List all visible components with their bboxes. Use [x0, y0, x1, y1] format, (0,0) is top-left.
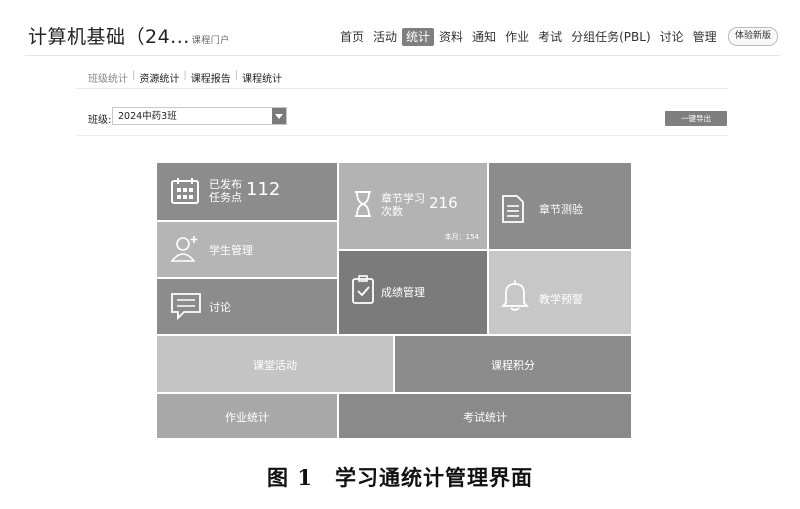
nav-notice[interactable]: 通知 [468, 28, 500, 46]
tile-student-management[interactable]: 学生管理 [157, 222, 337, 277]
student-management-label: 学生管理 [209, 244, 253, 257]
stats-subnav: 班级统计 | 资源统计 | 课程报告 | 课程统计 [88, 70, 282, 85]
nav-exam[interactable]: 考试 [534, 28, 566, 46]
subnav-separator: | [132, 70, 136, 81]
figure-caption-text: 学习通统计管理界面 [334, 465, 533, 490]
chapter-learning-label-2: 次数 [381, 205, 403, 218]
class-label: 班级: [88, 115, 112, 126]
nav-activity[interactable]: 活动 [369, 28, 401, 46]
nav-manage[interactable]: 管理 [689, 28, 721, 46]
tile-grade-management[interactable]: 成绩管理 [339, 251, 487, 334]
chapter-test-label: 章节测验 [539, 203, 583, 216]
nav-homework[interactable]: 作业 [501, 28, 533, 46]
header-divider [25, 55, 780, 56]
subnav-separator: | [234, 70, 239, 81]
add-user-icon [170, 236, 198, 262]
nav-home[interactable]: 首页 [336, 28, 368, 46]
tile-homework-stats[interactable]: 作业统计 [157, 394, 337, 438]
subnav-course-stats[interactable]: 课程统计 [242, 70, 282, 85]
subnav-resource-stats[interactable]: 资源统计 [139, 70, 179, 85]
tile-course-points[interactable]: 课程积分 [395, 336, 631, 392]
subnav-separator: | [183, 70, 187, 81]
class-select-value: 2024中药3班 [118, 111, 177, 122]
chat-icon [171, 293, 201, 320]
subnav-course-report[interactable]: 课程报告 [191, 70, 231, 85]
bell-icon [501, 280, 529, 311]
tile-teaching-warning[interactable]: 教学预警 [489, 251, 631, 334]
monthly-count: 本月：154 [444, 233, 479, 241]
subnav-divider [76, 88, 728, 89]
nav-materials[interactable]: 资料 [435, 28, 467, 46]
stats-tile-grid: 已发布 任务点 112 学生管理 讨论 章节学习 次数 216 本月：154 成… [157, 163, 631, 438]
exam-stats-label: 考试统计 [463, 411, 507, 424]
tile-class-activity[interactable]: 课堂活动 [157, 336, 393, 392]
tile-published-tasks[interactable]: 已发布 任务点 112 [157, 163, 337, 220]
homework-stats-label: 作业统计 [225, 411, 269, 424]
published-label-2: 任务点 [209, 191, 242, 204]
grade-management-label: 成绩管理 [381, 286, 425, 299]
hourglass-icon [355, 191, 371, 217]
tile-chapter-test[interactable]: 章节测验 [489, 163, 631, 249]
published-count: 112 [246, 179, 281, 200]
tile-exam-stats[interactable]: 考试统计 [339, 394, 631, 438]
tile-chapter-learning[interactable]: 章节学习 次数 216 本月：154 [339, 163, 487, 249]
teaching-warning-label: 教学预警 [539, 293, 583, 306]
course-portal-label: 课程门户 [191, 36, 230, 46]
discussion-label: 讨论 [209, 301, 231, 314]
nav-group-task[interactable]: 分组任务(PBL) [567, 28, 655, 46]
subnav-class-stats[interactable]: 班级统计 [88, 70, 128, 85]
calendar-icon [171, 178, 199, 204]
course-points-label: 课程积分 [491, 359, 535, 372]
course-title[interactable]: 计算机基础（24... 课程门户 [28, 22, 230, 49]
export-button[interactable]: 一键导出 [665, 111, 727, 126]
chapter-learning-count: 216 [429, 194, 458, 212]
figure-number: 图 1 [267, 465, 313, 490]
clipboard-check-icon [352, 275, 374, 304]
tile-discussion[interactable]: 讨论 [157, 279, 337, 334]
nav-discussion[interactable]: 讨论 [656, 28, 688, 46]
class-select[interactable]: 2024中药3班 [112, 107, 287, 125]
course-title-text: 计算机基础（24... [28, 26, 190, 48]
top-nav: 首页 活动 统计 资料 通知 作业 考试 分组任务(PBL) 讨论 管理 [336, 28, 722, 46]
course-header: 计算机基础（24... 课程门户 首页 活动 统计 资料 通知 作业 考试 分组任… [0, 0, 800, 62]
document-icon [502, 195, 524, 223]
class-activity-label: 课堂活动 [253, 359, 297, 372]
try-new-version-button[interactable]: 体验新版 [728, 27, 778, 46]
chevron-down-icon[interactable] [272, 108, 286, 124]
nav-statistics[interactable]: 统计 [402, 28, 435, 46]
figure-caption: 图 1 学习通统计管理界面 [0, 462, 800, 492]
filter-divider [76, 135, 728, 136]
